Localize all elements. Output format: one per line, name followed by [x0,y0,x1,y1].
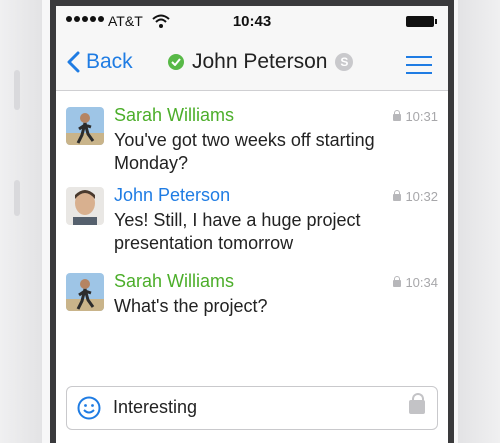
phone-screen: AT&T 10:43 Back John Peterson S Sarah Wi… [56,6,448,443]
lock-icon [393,190,402,201]
menu-button[interactable] [406,56,432,80]
hamburger-line [406,64,432,66]
avatar [66,273,104,311]
phone-body: AT&T 10:43 Back John Peterson S Sarah Wi… [0,0,500,443]
back-label: Back [86,50,133,73]
message-item: Sarah Williams 10:31 You've got two week… [66,105,438,175]
hamburger-line [406,72,432,74]
sender-name: John Peterson [114,185,231,205]
message-text: Yes! Still, I have a huge project presen… [114,210,361,253]
message-list: Sarah Williams 10:31 You've got two week… [56,91,448,381]
avatar [66,107,104,145]
conversation-title: John Peterson S [168,50,354,74]
message-text: What's the project? [114,296,268,316]
phone-side-right [458,0,500,443]
online-status-icon [168,54,184,70]
message-time: 10:32 [393,189,438,204]
hamburger-line [406,56,432,58]
message-item: John Peterson 10:32 Yes! Still, I have a… [66,185,438,255]
sender-name: Sarah Williams [114,105,235,125]
phone-side-left [0,0,42,443]
message-item: Sarah Williams 10:34 What's the project? [66,271,438,331]
avatar [66,187,104,225]
message-time: 10:34 [393,275,438,290]
volume-button-down [14,180,20,216]
lock-icon [393,276,402,287]
status-bar: AT&T 10:43 [56,6,448,36]
chevron-left-icon [67,51,80,73]
message-time: 10:31 [393,109,438,124]
back-button[interactable]: Back [66,50,133,74]
contact-name: John Peterson [192,50,328,73]
status-time: 10:43 [232,13,272,30]
smiley-icon[interactable] [77,396,101,420]
message-composer [66,386,438,430]
message-input[interactable] [113,397,393,418]
volume-button-up [14,70,20,110]
message-text: You've got two weeks off starting Monday… [114,130,375,173]
skype-icon: S [335,53,354,71]
battery-icon [406,16,437,27]
navigation-bar: Back John Peterson S [56,36,448,91]
sender-name: Sarah Williams [114,271,235,291]
lock-icon [393,110,402,121]
lock-icon[interactable] [409,393,425,414]
